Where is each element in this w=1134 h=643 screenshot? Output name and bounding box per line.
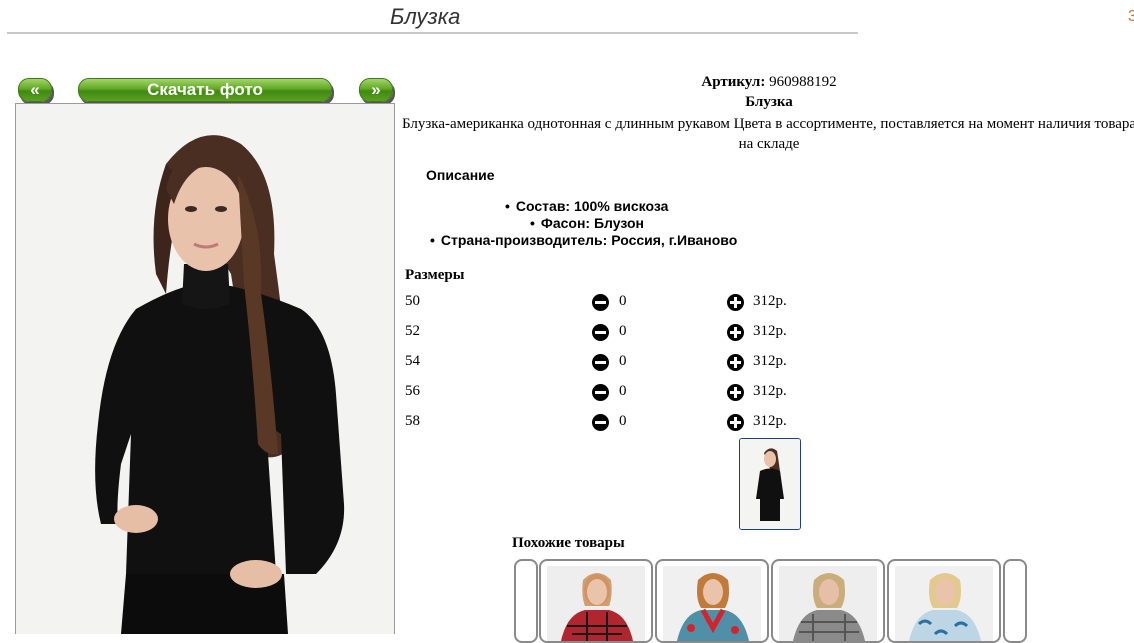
minus-circle-icon[interactable] (592, 324, 609, 341)
similar-item-image (779, 566, 877, 641)
similar-item[interactable] (887, 559, 1001, 643)
plus-circle-icon[interactable] (727, 384, 744, 401)
close-icon[interactable]: 3 (1128, 8, 1134, 26)
product-photo (15, 103, 395, 634)
next-photo-button[interactable]: » (359, 78, 393, 102)
quantity-value: 0 (619, 323, 627, 339)
size-row: 50 0 312р. (405, 293, 825, 313)
similar-item-image (663, 566, 761, 641)
photo-thumbnail[interactable] (739, 438, 801, 530)
quantity-value: 0 (619, 383, 627, 399)
quantity-value: 0 (619, 293, 627, 309)
thumbnail-image (740, 439, 800, 529)
similar-next-button[interactable] (1003, 559, 1027, 643)
quantity-value: 0 (619, 413, 627, 429)
plus-circle-icon[interactable] (727, 414, 744, 431)
size-row: 54 0 312р. (405, 353, 825, 373)
plus-circle-icon[interactable] (727, 324, 744, 341)
similar-item[interactable] (655, 559, 769, 643)
download-photo-button[interactable]: Скачать фото (78, 78, 332, 102)
spec-item: Фасон: Блузон (530, 215, 644, 231)
similar-item-image (895, 566, 993, 641)
size-row: 52 0 312р. (405, 323, 825, 343)
size-label: 56 (405, 383, 420, 399)
page-title: Блузка (390, 4, 461, 29)
spec-item: Состав: 100% вискоза (505, 198, 669, 214)
article-label: Артикул: (701, 74, 766, 90)
minus-circle-icon[interactable] (592, 414, 609, 431)
minus-circle-icon[interactable] (592, 294, 609, 311)
sizes-heading: Размеры (405, 267, 465, 283)
size-row: 58 0 312р. (405, 413, 825, 433)
product-photo-image (16, 104, 394, 634)
similar-item[interactable] (539, 559, 653, 643)
price-value: 312р. (753, 413, 787, 429)
price-value: 312р. (753, 293, 787, 309)
size-label: 50 (405, 293, 420, 309)
prev-photo-button[interactable]: « (18, 78, 52, 102)
quantity-value: 0 (619, 353, 627, 369)
title-divider (7, 32, 858, 34)
minus-circle-icon[interactable] (592, 354, 609, 371)
product-description: Блузка-американка однотонная с длинным р… (401, 116, 1134, 152)
spec-item: Страна-производитель: Россия, г.Иваново (430, 232, 737, 248)
size-label: 54 (405, 353, 420, 369)
price-value: 312р. (753, 323, 787, 339)
price-value: 312р. (753, 353, 787, 369)
article-value: 960988192 (769, 74, 837, 90)
similar-prev-button[interactable] (514, 559, 538, 643)
plus-circle-icon[interactable] (727, 354, 744, 371)
description-heading: Описание (426, 167, 495, 183)
size-row: 56 0 312р. (405, 383, 825, 403)
product-name: Блузка (745, 94, 793, 110)
plus-circle-icon[interactable] (727, 294, 744, 311)
size-label: 58 (405, 413, 420, 429)
article-line: Артикул: 960988192 (398, 74, 1134, 91)
price-value: 312р. (753, 383, 787, 399)
similar-heading: Похожие товары (512, 535, 625, 551)
size-label: 52 (405, 323, 420, 339)
minus-circle-icon[interactable] (592, 384, 609, 401)
similar-item-image (547, 566, 645, 641)
similar-item[interactable] (771, 559, 885, 643)
